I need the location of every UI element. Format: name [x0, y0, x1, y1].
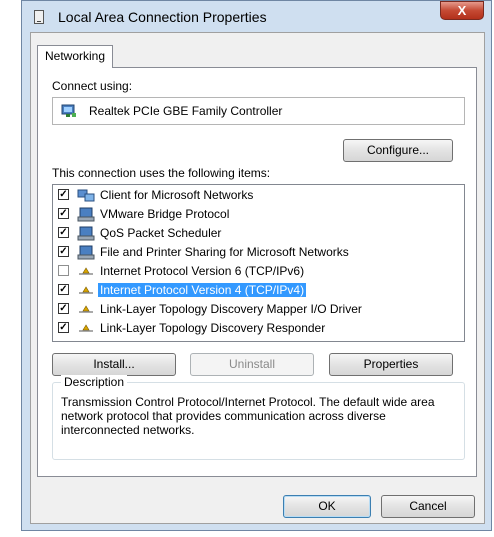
checkbox[interactable]: ✓ [58, 322, 69, 333]
network-service-icon [77, 245, 95, 260]
tab-networking[interactable]: Networking [37, 45, 113, 68]
protocol-icon [79, 305, 93, 313]
window-title: Local Area Connection Properties [58, 9, 267, 25]
cancel-button[interactable]: Cancel [381, 495, 475, 518]
checkbox[interactable]: ✓ [58, 246, 69, 257]
list-item-file-and-printer-sharing[interactable]: ✓ File and Printer Sharing for Microsoft… [53, 243, 464, 262]
checkbox[interactable]: ✓ [58, 208, 69, 219]
item-label: Internet Protocol Version 4 (TCP/IPv4) [98, 283, 307, 297]
list-item-qos-packet-scheduler[interactable]: ✓ QoS Packet Scheduler [53, 224, 464, 243]
network-service-icon [77, 226, 95, 241]
properties-window: Local Area Connection Properties X Netwo… [21, 0, 492, 531]
adapter-field: Realtek PCIe GBE Family Controller [52, 97, 465, 125]
title-bar: Local Area Connection Properties X [22, 1, 491, 33]
items-list[interactable]: ✓ Client for Microsoft Networks ✓ VMware… [52, 184, 465, 342]
window-icon [34, 10, 44, 24]
checkbox[interactable] [58, 265, 69, 276]
adapter-name: Realtek PCIe GBE Family Controller [89, 104, 283, 118]
description-group: Description Transmission Control Protoco… [52, 375, 465, 460]
item-label: Internet Protocol Version 6 (TCP/IPv6) [100, 264, 305, 278]
list-item-ipv6[interactable]: Internet Protocol Version 6 (TCP/IPv6) [53, 262, 464, 281]
properties-button[interactable]: Properties [329, 353, 453, 376]
protocol-icon [79, 286, 93, 294]
uninstall-button[interactable]: Uninstall [190, 353, 314, 376]
networking-tab-panel: Connect using: Realtek PCIe GBE Family C… [37, 67, 477, 477]
network-adapter-icon [61, 104, 76, 117]
item-label: File and Printer Sharing for Microsoft N… [100, 245, 349, 259]
checkbox[interactable]: ✓ [58, 284, 69, 295]
item-label: Client for Microsoft Networks [100, 188, 254, 202]
item-label: Link-Layer Topology Discovery Responder [100, 321, 326, 335]
list-item-ipv4[interactable]: ✓ Internet Protocol Version 4 (TCP/IPv4) [53, 281, 464, 300]
network-client-icon [77, 189, 95, 202]
install-button[interactable]: Install... [52, 353, 176, 376]
dialog-client-area: Networking Connect using: Realtek PCIe G… [30, 32, 485, 524]
protocol-icon [79, 267, 93, 275]
close-button[interactable]: X [440, 1, 484, 20]
list-item-lltd-responder[interactable]: ✓ Link-Layer Topology Discovery Responde… [53, 319, 464, 338]
checkbox[interactable]: ✓ [58, 227, 69, 238]
checkbox[interactable]: ✓ [58, 303, 69, 314]
configure-button[interactable]: Configure... [343, 139, 453, 162]
connect-using-label: Connect using: [52, 79, 133, 93]
network-service-icon [77, 207, 95, 222]
items-label: This connection uses the following items… [52, 166, 271, 180]
list-item-vmware-bridge-protocol[interactable]: ✓ VMware Bridge Protocol [53, 205, 464, 224]
ok-button[interactable]: OK [283, 495, 371, 518]
description-legend: Description [61, 375, 128, 389]
item-label: Link-Layer Topology Discovery Mapper I/O… [100, 302, 362, 316]
list-item-lltd-mapper[interactable]: ✓ Link-Layer Topology Discovery Mapper I… [53, 300, 464, 319]
list-item-client-for-microsoft-networks[interactable]: ✓ Client for Microsoft Networks [53, 186, 464, 205]
item-label: VMware Bridge Protocol [100, 207, 230, 221]
checkbox[interactable]: ✓ [58, 189, 69, 200]
item-label: QoS Packet Scheduler [100, 226, 222, 240]
description-text: Transmission Control Protocol/Internet P… [61, 395, 435, 437]
protocol-icon [79, 324, 93, 332]
